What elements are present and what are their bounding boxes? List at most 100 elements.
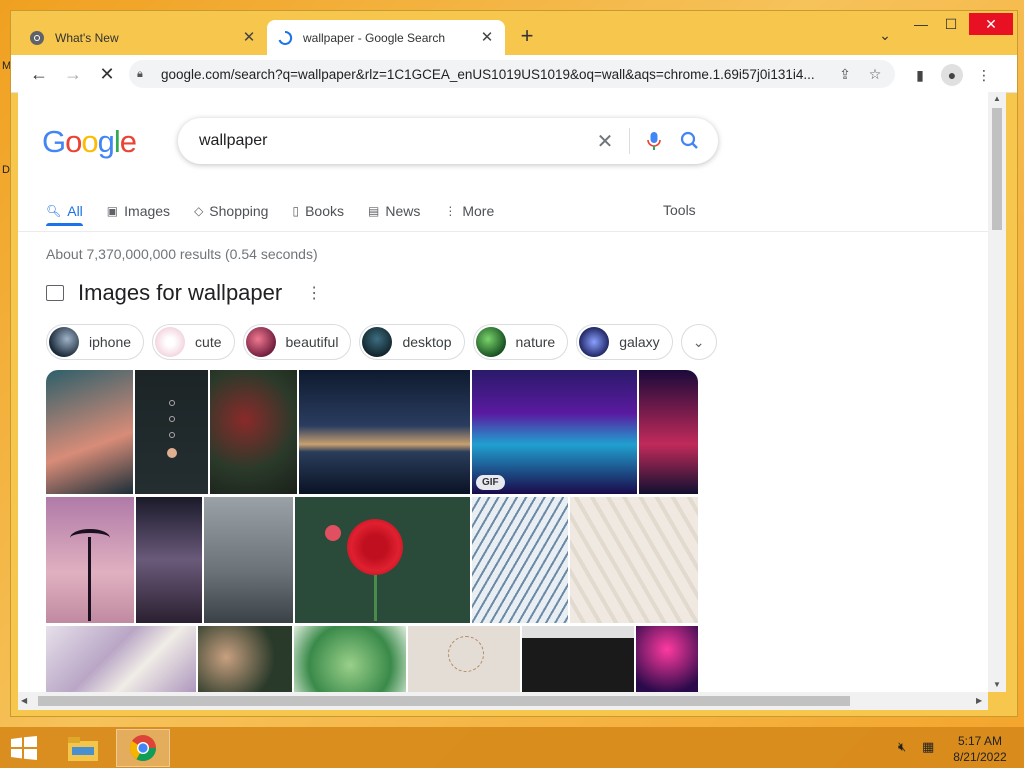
volume-muted-icon[interactable]: 🔇︎ [898,739,906,755]
new-tab-button[interactable]: + [515,25,539,49]
chip-desktop[interactable]: desktop [359,324,465,360]
tab-images[interactable]: ▣ Images [107,200,170,222]
chip-label: desktop [402,334,452,350]
microphone-icon[interactable] [636,130,672,152]
chip-thumbnail [362,327,393,357]
image-result[interactable] [198,626,292,692]
more-vert-icon: ⋮ [444,204,457,218]
bookmark-star-icon[interactable]: ☆ [863,66,887,83]
file-explorer-icon[interactable] [56,729,110,767]
news-icon: ▤ [368,204,380,218]
scroll-down-arrow-icon[interactable]: ▼ [993,680,1001,689]
close-tab-icon[interactable]: ✕ [241,29,257,46]
image-result[interactable] [135,370,208,494]
maximize-icon[interactable]: ☐ [936,13,966,35]
book-icon: ▯ [292,204,300,218]
scroll-left-arrow-icon[interactable]: ◀ [21,696,27,705]
chrome-icon[interactable] [116,729,170,767]
tab-title: What's New [55,30,119,45]
search-box[interactable]: ✕ [178,118,718,164]
side-panel-icon[interactable]: ▮ [909,64,931,86]
menu-kebab-icon[interactable]: ⋮ [973,64,995,86]
minimize-icon[interactable]: — [906,13,936,35]
chip-galaxy[interactable]: galaxy [576,324,673,360]
more-options-icon[interactable]: ⋮ [306,283,322,303]
search-input[interactable] [199,132,587,150]
vertical-scrollbar[interactable]: ▲ ▼ [988,92,1006,692]
tab-label: More [462,203,495,219]
tools-button[interactable]: Tools [663,202,696,218]
tab-whats-new[interactable]: What's New ✕ [19,20,267,55]
desktop-icon-label: D [2,164,10,176]
scroll-thumb[interactable] [992,108,1002,230]
image-result[interactable] [299,370,470,494]
image-result[interactable] [46,626,196,692]
scroll-thumb[interactable] [38,696,850,706]
address-bar[interactable]: 🔒︎ google.com/search?q=wallpaper&rlz=1C1… [129,60,895,88]
image-result[interactable] [570,497,698,623]
image-result[interactable] [46,497,134,623]
tab-all[interactable]: 🔍︎ All [46,200,83,222]
image-result[interactable]: GIF [472,370,637,494]
images-section-title[interactable]: Images for wallpaper [78,280,282,306]
clear-search-icon[interactable]: ✕ [587,129,623,154]
image-result[interactable] [210,370,297,494]
image-result[interactable] [136,497,202,623]
tab-news[interactable]: ▤ News [368,200,420,222]
tab-label: Shopping [209,203,269,219]
chevron-down-icon[interactable]: ⌄ [680,324,717,360]
scroll-up-arrow-icon[interactable]: ▲ [993,94,1001,103]
url-text[interactable]: google.com/search?q=wallpaper&rlz=1C1GCE… [161,67,827,82]
image-result[interactable] [295,497,470,623]
image-result[interactable] [408,626,520,692]
chip-beautiful[interactable]: beautiful [242,324,352,360]
chip-iphone[interactable]: iphone [46,324,145,360]
lock-icon: 🔒︎ [137,67,143,80]
close-tab-icon[interactable]: ✕ [479,29,495,46]
image-result[interactable] [204,497,293,623]
divider [629,128,630,154]
tab-label: Images [124,203,171,219]
back-arrow-icon[interactable]: ← [27,62,51,86]
image-result[interactable] [472,497,568,623]
profile-avatar-icon[interactable]: ● [941,64,963,86]
active-tab-indicator [46,223,83,226]
tab-label: Books [305,203,344,219]
result-stats: About 7,370,000,000 results (0.54 second… [46,246,318,262]
images-section-header: Images for wallpaper ⋮ [46,280,322,306]
tab-search-chevron-icon[interactable]: ⌄ [873,27,897,47]
stop-loading-icon[interactable]: ✕ [95,62,119,86]
loading-spinner-icon [278,30,293,45]
taskbar: 🔇︎ ▦ 5:17 AM 8/21/2022 [0,727,1024,768]
chip-label: nature [515,334,556,350]
tab-google-search[interactable]: wallpaper - Google Search ✕ [267,20,505,55]
image-result[interactable] [639,370,698,494]
chip-thumbnail [475,327,506,357]
tab-label: All [67,203,83,219]
tab-strip: What's New ✕ wallpaper - Google Search ✕… [11,11,1017,55]
image-icon: ▣ [106,204,119,218]
browser-toolbar: ← → ✕ 🔒︎ google.com/search?q=wallpaper&r… [11,55,1017,93]
image-result[interactable] [294,626,406,692]
tab-more[interactable]: ⋮ More [444,200,494,222]
forward-arrow-icon[interactable]: → [61,62,85,86]
image-result[interactable] [46,370,133,494]
windows-start-icon[interactable] [10,736,38,760]
tab-books[interactable]: ▯ Books [292,200,344,222]
image-results-grid: GIF [46,370,698,692]
share-icon[interactable]: ⇪ [833,66,857,83]
google-logo[interactable]: Google [42,124,137,160]
image-result[interactable] [636,626,698,692]
chip-nature[interactable]: nature [472,324,569,360]
image-result[interactable] [522,626,634,692]
chip-cute[interactable]: cute [152,324,235,360]
horizontal-scrollbar[interactable]: ◀ ▶ [18,692,988,710]
search-icon[interactable] [672,130,708,152]
scroll-right-arrow-icon[interactable]: ▶ [976,696,982,705]
tab-shopping[interactable]: ◇ Shopping [194,200,268,222]
close-window-icon[interactable]: ✕ [969,13,1013,35]
search-nav-tabs: 🔍︎ All ▣ Images ◇ Shopping ▯ Books ▤ New… [46,200,518,226]
image-icon [46,285,64,301]
system-clock[interactable]: 5:17 AM 8/21/2022 [950,733,1010,765]
network-icon[interactable]: ▦ [922,739,934,755]
